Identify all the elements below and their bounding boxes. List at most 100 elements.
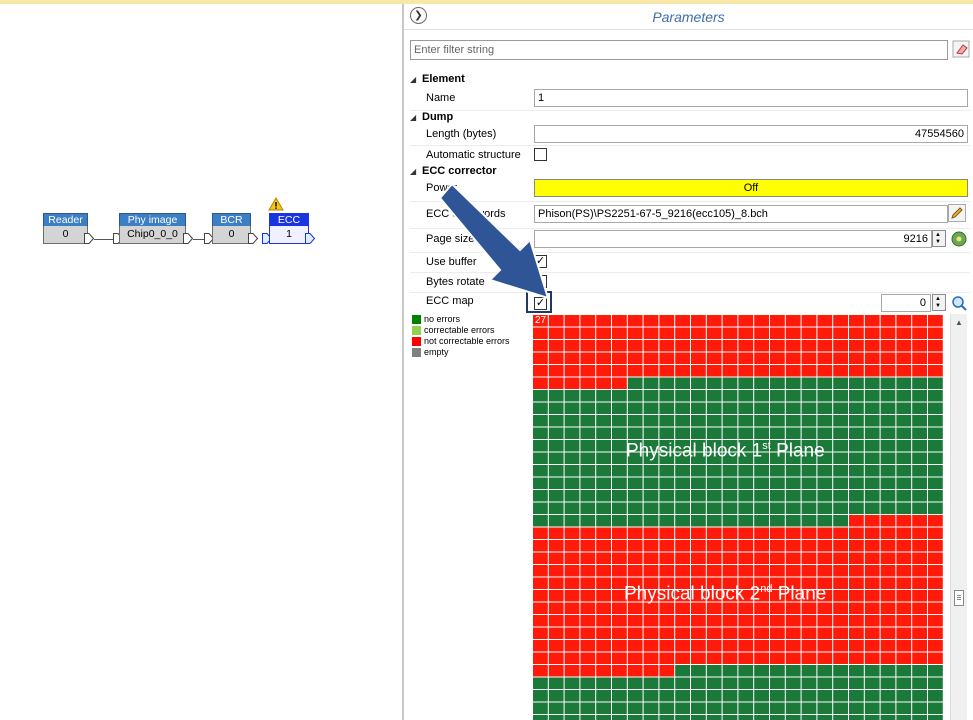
ecc-map-cell xyxy=(896,702,912,714)
output-port-icon[interactable] xyxy=(305,233,315,244)
ecc-map-spinner[interactable]: ▲ ▼ xyxy=(932,294,946,311)
ecc-map-cell xyxy=(770,690,785,702)
ecc-map-counter[interactable]: 0 xyxy=(881,294,931,312)
ecc-map-cell xyxy=(596,440,611,452)
plane1-label-end: Plane xyxy=(770,440,825,462)
ecc-map-cell xyxy=(548,565,564,577)
plane1-label-sup: st xyxy=(762,440,771,452)
ecc-map-cell xyxy=(659,677,675,689)
ecc-map-cell xyxy=(706,352,722,364)
graph-canvas[interactable]: Reader 0 Phy image Chip0_0_0 BCR 0 ECC 1 xyxy=(0,4,403,720)
ecc-map-cell xyxy=(580,652,596,664)
ecc-map-cell xyxy=(754,352,769,364)
ecc-map-cell xyxy=(928,402,943,414)
ecc-map-cell xyxy=(612,465,627,477)
ecc-map-cell xyxy=(643,477,659,489)
ecc-map-cell xyxy=(770,715,785,720)
ecc-map-cell xyxy=(880,627,896,639)
ecc-map-cell xyxy=(691,465,706,477)
node-ecc[interactable]: ECC 1 xyxy=(269,213,309,244)
ecc-map-cell xyxy=(785,415,801,427)
ecc-map-cell xyxy=(754,652,769,664)
ecc-map-cell xyxy=(706,365,722,377)
gear-icon[interactable] xyxy=(950,230,968,248)
ecc-map-cell xyxy=(770,402,785,414)
use-buffer-checkbox[interactable]: ✓ xyxy=(534,255,547,268)
output-port-icon[interactable] xyxy=(84,233,94,244)
ecc-map-cell xyxy=(928,615,943,627)
ecc-map-cell xyxy=(659,390,675,402)
page-size-spinner[interactable]: ▲ ▼ xyxy=(932,230,946,247)
node-reader[interactable]: Reader 0 xyxy=(43,213,88,244)
eraser-icon[interactable] xyxy=(952,40,970,58)
ecc-map-cell xyxy=(675,515,690,527)
ecc-map-cell xyxy=(691,677,706,689)
ecc-map-cell xyxy=(738,340,754,352)
collapse-triangle-icon[interactable]: ◢ xyxy=(410,165,422,179)
node-phy-image[interactable]: Phy image Chip0_0_0 xyxy=(119,213,186,244)
filter-input[interactable]: Enter filter string xyxy=(410,40,948,60)
power-field[interactable]: Off xyxy=(534,179,968,197)
ecc-map-cell xyxy=(627,390,643,402)
ecc-map-cell xyxy=(928,490,943,502)
ecc-map-cell xyxy=(912,615,927,627)
output-port-icon[interactable] xyxy=(183,233,193,244)
ecc-map-cell xyxy=(659,402,675,414)
ecc-map-cell xyxy=(849,452,864,464)
scroll-thumb[interactable] xyxy=(954,590,964,606)
page-size-field[interactable]: 9216 xyxy=(534,230,932,248)
ecc-map-cell xyxy=(675,665,690,677)
ecc-map-cell xyxy=(754,690,769,702)
codewords-field[interactable]: Phison(PS)\PS2251-67-5_9216(ecc105)_8.bc… xyxy=(534,205,948,223)
ecc-map-cell xyxy=(548,402,564,414)
ecc-map-cell xyxy=(785,640,801,652)
ecc-map-highlight xyxy=(526,291,552,313)
pencil-icon[interactable] xyxy=(948,204,966,222)
ecc-map-cell xyxy=(754,615,769,627)
output-port-icon[interactable] xyxy=(248,233,258,244)
ecc-map-grid[interactable] xyxy=(533,315,944,720)
ecc-map-cell xyxy=(754,677,769,689)
ecc-map-cell xyxy=(785,390,801,402)
ecc-map-cell xyxy=(754,502,769,514)
ecc-map-cell xyxy=(833,515,848,527)
ecc-map-cell xyxy=(817,527,833,539)
ecc-map-cell xyxy=(691,690,706,702)
ecc-map-cell xyxy=(785,377,801,389)
ecc-map-cell xyxy=(706,327,722,339)
ecc-map-cell xyxy=(612,490,627,502)
ecc-map-scrollbar[interactable]: ▲ xyxy=(950,314,967,720)
bytes-rotate-checkbox[interactable] xyxy=(534,275,547,288)
ecc-map-label: ECC map xyxy=(426,295,474,307)
section-ecc-corrector[interactable]: ◢ ECC corrector xyxy=(410,164,970,178)
ecc-map-cell xyxy=(864,665,880,677)
ecc-map-cell xyxy=(627,515,643,527)
ecc-map-cell xyxy=(596,477,611,489)
ecc-map-cell xyxy=(817,490,833,502)
section-dump[interactable]: ◢ Dump xyxy=(410,110,970,124)
ecc-map-cell xyxy=(659,415,675,427)
ecc-map-cell xyxy=(548,590,564,602)
ecc-map-cell xyxy=(627,640,643,652)
collapse-triangle-icon[interactable]: ◢ xyxy=(410,73,422,87)
collapse-triangle-icon[interactable]: ◢ xyxy=(410,111,422,125)
automatic-structure-checkbox[interactable] xyxy=(534,148,547,161)
node-bcr[interactable]: BCR 0 xyxy=(212,213,251,244)
legend-swatch xyxy=(412,326,421,335)
ecc-map-cell xyxy=(817,702,833,714)
magnifier-icon[interactable] xyxy=(950,294,968,312)
scroll-up-icon[interactable]: ▲ xyxy=(955,318,963,327)
length-field[interactable]: 47554560 xyxy=(534,125,968,143)
ecc-map-cell xyxy=(833,477,848,489)
section-element[interactable]: ◢ Element xyxy=(410,72,970,86)
ecc-map-cell xyxy=(849,690,864,702)
ecc-map-cell xyxy=(880,552,896,564)
ecc-map-cell xyxy=(738,652,754,664)
ecc-map-cell xyxy=(564,390,580,402)
ecc-map-cell xyxy=(770,490,785,502)
node-bcr-title: BCR xyxy=(212,213,251,226)
ecc-map-cell xyxy=(580,702,596,714)
ecc-map-cell xyxy=(691,652,706,664)
name-field[interactable]: 1 xyxy=(534,89,968,107)
ecc-map-cell xyxy=(533,615,548,627)
